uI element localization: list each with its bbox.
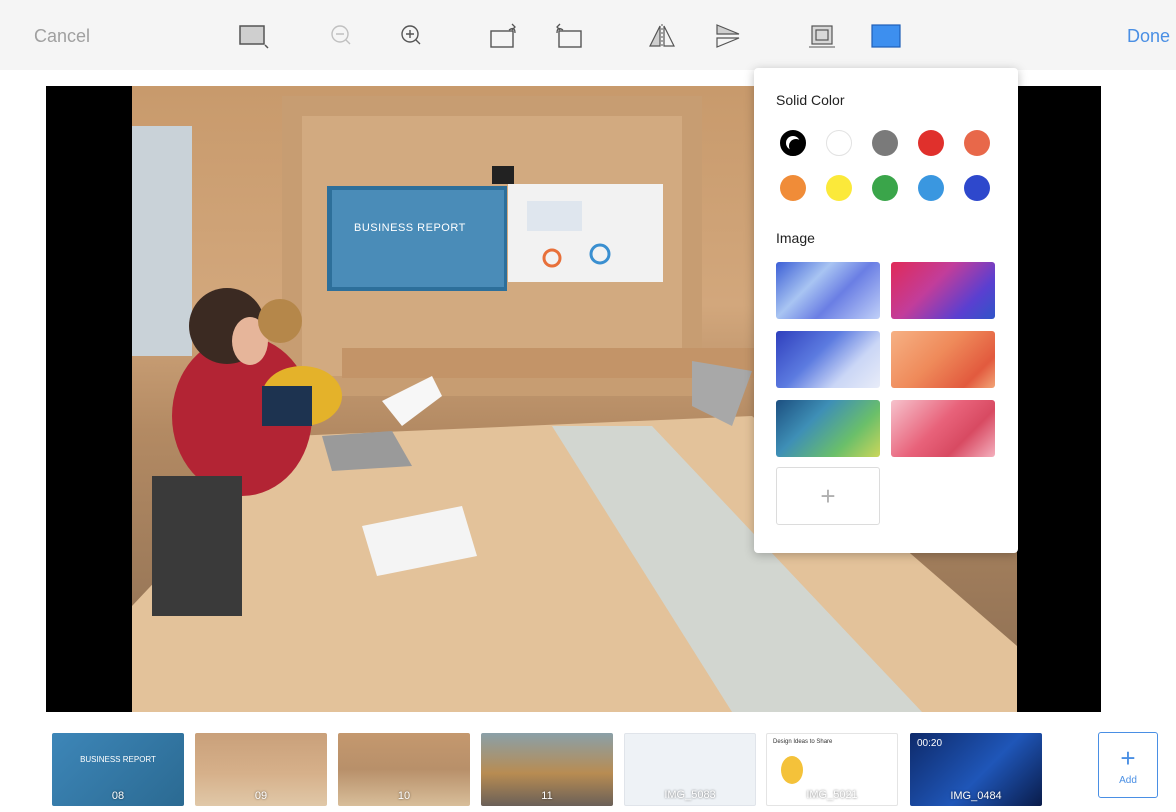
color-swatch-black[interactable] <box>780 130 806 156</box>
image-title: Image <box>776 230 815 246</box>
thumbnail-label: IMG_5083 <box>664 789 716 801</box>
thumbnail-08[interactable]: BUSINESS REPORT 08 <box>52 733 184 806</box>
thumbnail-11[interactable]: 11 <box>481 733 613 806</box>
image-background-6[interactable] <box>891 400 995 457</box>
rotate-left-icon[interactable] <box>484 20 524 52</box>
thumbnail-label: 09 <box>254 790 268 802</box>
flip-vertical-icon[interactable] <box>708 20 748 52</box>
thumbnail-label: IMG_0484 <box>950 790 1002 802</box>
rotate-right-icon[interactable] <box>548 20 588 52</box>
lightbulb-icon <box>781 756 803 784</box>
cancel-button[interactable]: Cancel <box>34 26 90 47</box>
plus-icon: + <box>820 480 836 511</box>
screen-title: BUSINESS REPORT <box>354 222 466 234</box>
plus-icon: + <box>1120 742 1136 773</box>
color-swatch-red[interactable] <box>918 130 944 156</box>
add-label: Add <box>1119 774 1137 786</box>
thumbnail-title: Design Ideas to Share <box>773 739 833 745</box>
thumbnail-img-5083[interactable]: IMG_5083 <box>624 733 756 806</box>
color-swatch-coral[interactable] <box>964 130 990 156</box>
zoom-out-icon[interactable] <box>322 20 362 52</box>
color-swatch-gray[interactable] <box>872 130 898 156</box>
image-background-4[interactable] <box>891 331 995 388</box>
image-background-3[interactable] <box>776 331 880 388</box>
color-swatch-yellow[interactable] <box>826 175 852 201</box>
add-image-button[interactable]: + <box>776 467 880 525</box>
color-swatch-white[interactable] <box>826 130 852 156</box>
thumbnail-label: 08 <box>111 790 125 802</box>
background-rectangle-icon[interactable] <box>234 20 274 52</box>
video-duration: 00:20 <box>917 738 943 749</box>
toolbar: Cancel Done <box>0 0 1176 70</box>
thumbnail-label: 11 <box>541 790 553 802</box>
flip-horizontal-icon[interactable] <box>642 20 682 52</box>
image-background-5[interactable] <box>776 400 880 457</box>
done-button[interactable]: Done <box>1127 26 1170 47</box>
solid-color-title: Solid Color <box>776 92 845 108</box>
thumbnail-img-5021[interactable]: Design Ideas to Share IMG_5021 <box>766 733 898 806</box>
zoom-in-icon[interactable] <box>392 20 432 52</box>
thumbnail-09[interactable]: 09 <box>195 733 327 806</box>
image-background-1[interactable] <box>776 262 880 319</box>
thumbnail-label: IMG_5021 <box>806 789 858 801</box>
thumbnail-label: 10 <box>397 790 411 802</box>
background-popover: Solid Color Image + <box>754 68 1018 553</box>
color-swatch-blue[interactable] <box>964 175 990 201</box>
add-slide-button[interactable]: + Add <box>1098 732 1158 798</box>
color-swatch-green[interactable] <box>872 175 898 201</box>
thumbnail-img-0484[interactable]: 00:20 IMG_0484 <box>910 733 1042 806</box>
thumbnail-title: BUSINESS REPORT <box>80 755 156 764</box>
thumbnail-10[interactable]: 10 <box>338 733 470 806</box>
image-background-2[interactable] <box>891 262 995 319</box>
color-swatch-orange[interactable] <box>780 175 806 201</box>
image-editor: Cancel Done BUSINESS REPORT Solid Color … <box>0 0 1176 812</box>
color-swatch-light-blue[interactable] <box>918 175 944 201</box>
crop-icon[interactable] <box>802 20 842 52</box>
background-fill-icon[interactable] <box>866 20 906 52</box>
slide-filmstrip: BUSINESS REPORT 08 09 10 11 IMG_5083 Des… <box>0 722 1176 812</box>
